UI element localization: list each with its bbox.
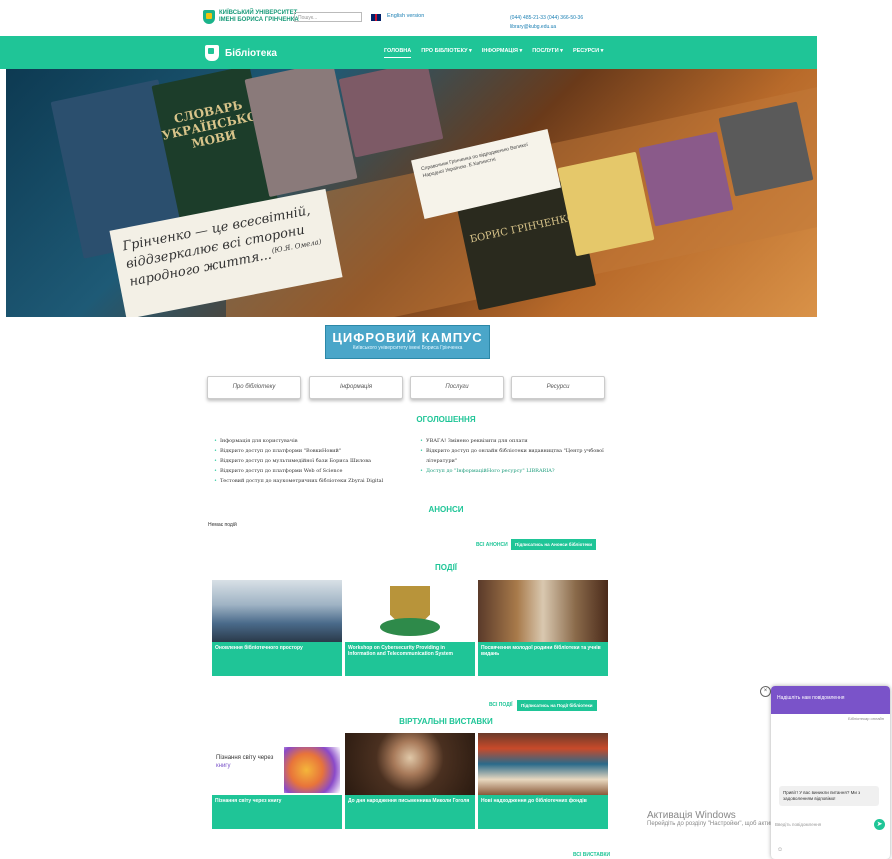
chat-greeting: Привіт! У вас виникли питання? Ми з задо… (779, 786, 879, 806)
hero-book-grey (718, 101, 814, 197)
quick-resources-button[interactable]: Ресурси (511, 376, 605, 399)
nav-services[interactable]: ПОСЛУГИ ▾ (532, 48, 563, 58)
announcement-item[interactable]: • Доступ до "ІнформаційНого ресурсу" LIBR… (420, 466, 610, 476)
email-text[interactable]: library@kubg.edu.ua (510, 23, 583, 32)
exhibition-card[interactable]: Нові надходження до бібліотечних фондів (478, 733, 608, 829)
nav-information[interactable]: ІНФОРМАЦІЯ ▾ (482, 48, 522, 58)
event-card[interactable]: Workshop on Cybersecurity Providing in I… (345, 580, 475, 676)
exhibition-card[interactable]: До дня народження письменника Миколи Гог… (345, 733, 475, 829)
english-version-link[interactable]: English version (387, 13, 424, 19)
send-icon[interactable]: ➤ (874, 819, 885, 830)
no-events-text: Немає подій (208, 522, 237, 528)
shield-icon (203, 10, 215, 24)
all-previews-link[interactable]: ВСІ АНОНСИ (476, 542, 508, 548)
event-image-emblem (345, 580, 475, 642)
event-caption: Workshop on Cybersecurity Providing in I… (345, 642, 475, 676)
exhibition-caption: Нові надходження до бібліотечних фондів (478, 795, 608, 829)
event-caption: Посвячення молодої родини бібліотеки та … (478, 642, 608, 676)
quick-about-button[interactable]: Про бібліотеку (207, 376, 301, 399)
hero-book-purple (638, 131, 734, 227)
event-card[interactable]: Посвячення молодої родини бібліотеки та … (478, 580, 608, 676)
exhibition-image-line1: Пізнання світу через (216, 755, 274, 761)
announcements-right: • УВАГА! Змінено реквізити для оплати • Ві… (420, 436, 610, 476)
announcement-item[interactable]: • Відкрито доступ до онлайн бібліотеки ви… (420, 446, 610, 466)
top-bar: КИЇВСЬКИЙ УНІВЕРСИТЕТ ІМЕНІ БОРИСА ГРІНЧ… (0, 0, 892, 36)
search-input[interactable]: Пошук... (294, 12, 362, 22)
nav-menu: ГОЛОВНА ПРО БІБЛІОТЕКУ ▾ ІНФОРМАЦІЯ ▾ ПО… (384, 48, 603, 58)
event-caption: Оновлення бібліотечного простору (212, 642, 342, 676)
university-logo[interactable]: КИЇВСЬКИЙ УНІВЕРСИТЕТ ІМЕНІ БОРИСА ГРІНЧ… (203, 10, 307, 24)
subscribe-events-button[interactable]: Підписатись на Події бібліотеки (517, 700, 597, 711)
uk-flag-icon[interactable] (371, 14, 381, 21)
all-events-link[interactable]: ВСІ ПОДІЇ (489, 702, 513, 708)
quick-information-button[interactable]: Інформація (309, 376, 403, 399)
campus-subtitle: Київського університету імені Бориса Грі… (352, 345, 463, 351)
exhibition-caption: До дня народження письменника Миколи Гог… (345, 795, 475, 829)
announcement-item[interactable]: • УВАГА! Змінено реквізити для оплати (420, 436, 610, 446)
library-brand: Бібліотека (225, 47, 277, 59)
nav-home[interactable]: ГОЛОВНА (384, 48, 412, 58)
announcements-title: ОГОЛОШЕННЯ (416, 415, 476, 424)
chat-header: Надішліть нам повідомлення (771, 686, 890, 714)
chat-status: Бібліотекар онлайн (848, 716, 884, 721)
exhibitions-title: ВІРТУАЛЬНІ ВИСТАВКИ (399, 717, 493, 726)
phone-text: (044) 485-21-33 (044) 366-50-36 (510, 15, 584, 21)
exhibition-illustration (284, 747, 340, 793)
nav-about[interactable]: ПРО БІБЛІОТЕКУ ▾ (421, 48, 472, 58)
nav-resources[interactable]: РЕСУРСИ ▾ (573, 48, 603, 58)
exhibition-caption: Пізнання світу через книгу (212, 795, 342, 829)
announcement-item[interactable]: • Тестовий доступ до наукометричних біблі… (214, 476, 414, 486)
announcement-item[interactable]: • Відкрито доступ до платформи "ВовкиНови… (214, 446, 414, 456)
subscribe-previews-button[interactable]: Підписатись на Анонси бібліотеки (511, 539, 596, 550)
events-title: ПОДІЇ (435, 563, 457, 572)
announcements-left: • Інформація для користувачів • Відкрито д… (214, 436, 414, 486)
emoji-icon[interactable]: ☺ (777, 847, 783, 853)
exhibition-image-bookshelf (478, 733, 608, 795)
campus-title: ЦИФРОВИЙ КАМПУС (332, 330, 483, 345)
announcement-item[interactable]: • Відкрито доступ до платформи Web of Sci… (214, 466, 414, 476)
exhibition-image-books: Пізнання світу через книгу (212, 733, 342, 795)
quick-services-button[interactable]: Послуги (410, 376, 504, 399)
exhibition-image-line2: книгу (216, 763, 231, 769)
announcement-item[interactable]: • Відкрито доступ до мультимедійної бази … (214, 456, 414, 466)
event-image-shelves (478, 580, 608, 642)
previews-title: АНОНСИ (428, 505, 464, 514)
exhibition-card[interactable]: Пізнання світу через книгу Пізнання світ… (212, 733, 342, 829)
hero-book-pink (338, 69, 444, 158)
emblem-leaves-icon (380, 618, 440, 636)
announcement-item[interactable]: • Інформація для користувачів (214, 436, 414, 446)
library-logo[interactable]: Бібліотека (205, 45, 277, 61)
contacts: (044) 485-21-33 (044) 366-50-36 library@… (510, 14, 583, 32)
exhibition-image-gogol (345, 733, 475, 795)
chat-widget: Надішліть нам повідомлення Бібліотекар о… (771, 686, 890, 859)
hero-banner: СЛОВАРЬ УКРАЇНСЬКОЇ МОВИ БОРИС ГРІНЧЕНКО… (6, 69, 817, 317)
chat-close-icon[interactable]: × (760, 686, 771, 697)
event-image-library (212, 580, 342, 642)
all-exhibitions-link[interactable]: ВСІ ВИСТАВКИ (573, 852, 610, 858)
library-shield-icon (205, 45, 219, 61)
digital-campus-banner[interactable]: ЦИФРОВИЙ КАМПУС Київського університету … (325, 325, 490, 359)
chat-input[interactable]: Введіть повідомлення (775, 822, 821, 827)
event-card[interactable]: Оновлення бібліотечного простору (212, 580, 342, 676)
